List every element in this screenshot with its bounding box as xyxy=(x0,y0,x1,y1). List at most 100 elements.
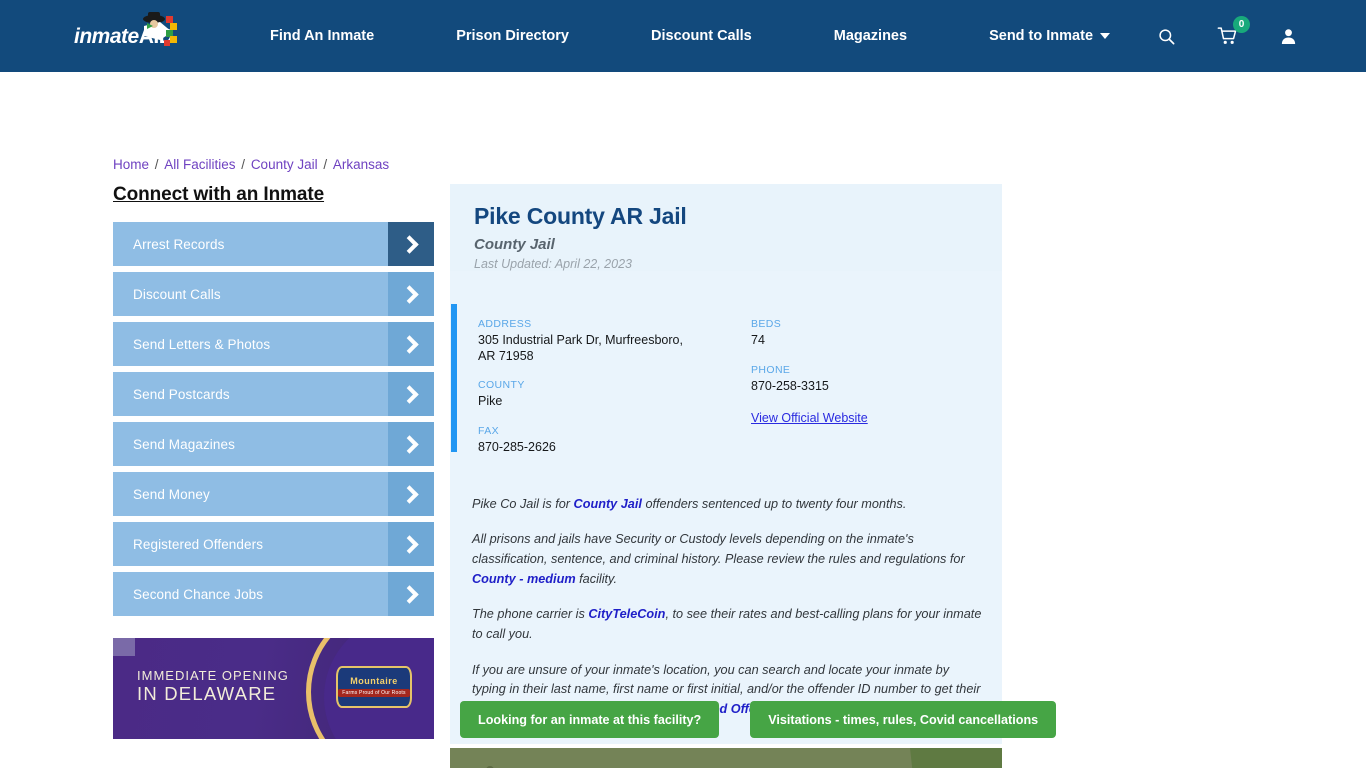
breadcrumb-separator: / xyxy=(151,157,163,172)
ad-headline-2: IN DELAWARE xyxy=(137,683,277,705)
link-county-medium[interactable]: County - medium xyxy=(472,572,576,586)
breadcrumb-separator: / xyxy=(319,157,331,172)
page-title: Pike County AR Jail xyxy=(474,203,687,229)
detail-label: COUNTY xyxy=(478,379,525,392)
sidebar-item-label: Send Letters & Photos xyxy=(133,336,271,352)
sidebar-item-label: Discount Calls xyxy=(133,286,221,302)
search-button[interactable] xyxy=(1154,24,1178,48)
chevron-right-icon xyxy=(388,272,434,316)
cart-count-badge: 0 xyxy=(1233,16,1250,33)
detail-address: ADDRESS 305 Industrial Park Dr, Murfrees… xyxy=(478,318,728,364)
sidebar-item-send-letters-photos[interactable]: Send Letters & Photos xyxy=(113,322,434,366)
detail-label: FAX xyxy=(478,424,500,437)
search-icon xyxy=(1158,28,1174,44)
sidebar-item-label: Send Money xyxy=(133,486,210,502)
chevron-right-icon xyxy=(388,422,434,466)
header-icon-group: 0 xyxy=(1154,16,1300,48)
sidebar-item-send-money[interactable]: Send Money xyxy=(113,472,434,516)
sidebar: Connect with an Inmate Arrest Records Di… xyxy=(113,184,434,622)
facility-details-right-column: BEDS 74 PHONE 870-258-3315 View Official… xyxy=(728,318,978,471)
sidebar-item-second-chance-jobs[interactable]: Second Chance Jobs xyxy=(113,572,434,616)
sidebar-item-registered-offenders[interactable]: Registered Offenders xyxy=(113,522,434,566)
facility-panel: Pike County AR Jail County Jail Last Upd… xyxy=(450,184,1002,744)
link-citytelecoin[interactable]: CityTeleCoin xyxy=(588,607,665,621)
desc-text: Pike Co Jail is for xyxy=(472,496,574,511)
detail-label: PHONE xyxy=(751,363,791,376)
detail-label: BEDS xyxy=(751,318,782,330)
sidebar-item-send-postcards[interactable]: Send Postcards xyxy=(113,372,434,416)
chevron-right-icon xyxy=(388,372,434,416)
detail-value: 870-285-2626 xyxy=(478,439,556,454)
nav-magazines[interactable]: Magazines xyxy=(834,28,907,44)
chevron-down-icon xyxy=(1100,33,1111,40)
ad-brand-tagline: Farms Proud of Our Roots xyxy=(338,689,410,697)
sidebar-item-label: Send Postcards xyxy=(133,386,230,402)
desc-text: facility. xyxy=(575,571,617,586)
description-paragraph-1: Pike Co Jail is for County Jail offender… xyxy=(472,495,986,515)
site-header: inmateAID Find An Inmate Prison Director… xyxy=(0,0,1366,72)
desc-text: The phone carrier is xyxy=(472,607,589,622)
desc-text: offenders sentenced up to twenty four mo… xyxy=(641,496,907,511)
facility-details-block: ADDRESS 305 Industrial Park Dr, Murfrees… xyxy=(450,304,1002,489)
nav-send-to-inmate-label: Send to Inmate xyxy=(989,28,1094,44)
aerial-image xyxy=(450,748,1002,768)
chevron-right-icon xyxy=(388,572,434,616)
breadcrumb-item-arkansas[interactable]: Arkansas xyxy=(333,157,389,172)
detail-value: 305 Industrial Park Dr, Murfreesboro, AR… xyxy=(478,333,683,363)
breadcrumb: Home / All Facilities / County Jail / Ar… xyxy=(113,157,389,172)
ad-brand-name: Mountaire xyxy=(350,676,398,686)
detail-value: Pike xyxy=(478,394,503,409)
logo-text: inmateAID xyxy=(74,24,174,48)
chevron-right-icon xyxy=(388,472,434,516)
facility-last-updated: Last Updated: April 22, 2023 xyxy=(474,257,632,271)
cta-button-row: Looking for an inmate at this facility? … xyxy=(460,701,1057,738)
breadcrumb-separator: / xyxy=(237,157,249,172)
facility-header: Pike County AR Jail County Jail Last Upd… xyxy=(450,184,1002,271)
link-county-jail[interactable]: County Jail xyxy=(574,497,642,511)
detail-value: 74 xyxy=(751,333,765,347)
detail-county: COUNTY Pike xyxy=(478,379,728,410)
advertisement-banner[interactable]: IMMEDIATE OPENING IN DELAWARE Mountaire … xyxy=(113,638,434,739)
accent-bar xyxy=(451,304,457,452)
detail-official-website: View Official Website xyxy=(751,409,978,427)
chevron-right-icon xyxy=(388,222,434,266)
account-button[interactable] xyxy=(1276,24,1300,48)
sidebar-item-arrest-records[interactable]: Arrest Records xyxy=(113,222,434,266)
chevron-right-icon xyxy=(388,522,434,566)
main-navigation: Find An Inmate Prison Directory Discount… xyxy=(270,27,1154,45)
nav-prison-directory[interactable]: Prison Directory xyxy=(456,28,569,44)
sidebar-item-label: Second Chance Jobs xyxy=(133,586,264,602)
nav-find-an-inmate[interactable]: Find An Inmate xyxy=(270,28,374,44)
detail-value: 870-258-3315 xyxy=(751,378,829,393)
sidebar-title: Connect with an Inmate xyxy=(113,184,325,205)
ad-text-block: IMMEDIATE OPENING IN DELAWARE xyxy=(137,668,289,705)
page-body: Home / All Facilities / County Jail / Ar… xyxy=(0,72,1366,768)
ad-brand-logo: Mountaire Farms Proud of Our Roots xyxy=(336,666,412,708)
facility-details-left-column: ADDRESS 305 Industrial Park Dr, Murfrees… xyxy=(478,318,728,471)
nav-discount-calls[interactable]: Discount Calls xyxy=(651,28,752,44)
breadcrumb-item-county-jail[interactable]: County Jail xyxy=(251,157,318,172)
detail-beds: BEDS 74 xyxy=(751,318,978,349)
sidebar-item-label: Arrest Records xyxy=(133,236,225,252)
ad-headline-1: IMMEDIATE OPENING xyxy=(137,668,289,683)
breadcrumb-item-all-facilities[interactable]: All Facilities xyxy=(164,157,235,172)
description-paragraph-3: The phone carrier is CityTeleCoin, to se… xyxy=(472,605,986,644)
detail-fax: FAX 870-285-2626 xyxy=(478,425,728,456)
nav-send-to-inmate[interactable]: Send to Inmate xyxy=(989,28,1111,44)
sidebar-item-label: Send Magazines xyxy=(133,436,235,452)
site-logo[interactable]: inmateAID xyxy=(74,12,194,58)
chevron-right-icon xyxy=(388,322,434,366)
user-icon xyxy=(1281,28,1295,44)
visitations-button[interactable]: Visitations - times, rules, Covid cancel… xyxy=(750,701,1057,738)
inmate-search-button[interactable]: Looking for an inmate at this facility? xyxy=(460,701,720,738)
ad-corner-decoration xyxy=(113,638,135,656)
official-website-link[interactable]: View Official Website xyxy=(751,411,868,425)
sidebar-item-send-magazines[interactable]: Send Magazines xyxy=(113,422,434,466)
sidebar-item-discount-calls[interactable]: Discount Calls xyxy=(113,272,434,316)
breadcrumb-item-home[interactable]: Home xyxy=(113,157,149,172)
detail-phone: PHONE 870-258-3315 xyxy=(751,364,978,395)
detail-label: ADDRESS xyxy=(478,318,532,330)
sidebar-item-label: Registered Offenders xyxy=(133,536,264,552)
description-paragraph-2: All prisons and jails have Security or C… xyxy=(472,530,986,589)
cart-button[interactable]: 0 xyxy=(1215,16,1250,48)
